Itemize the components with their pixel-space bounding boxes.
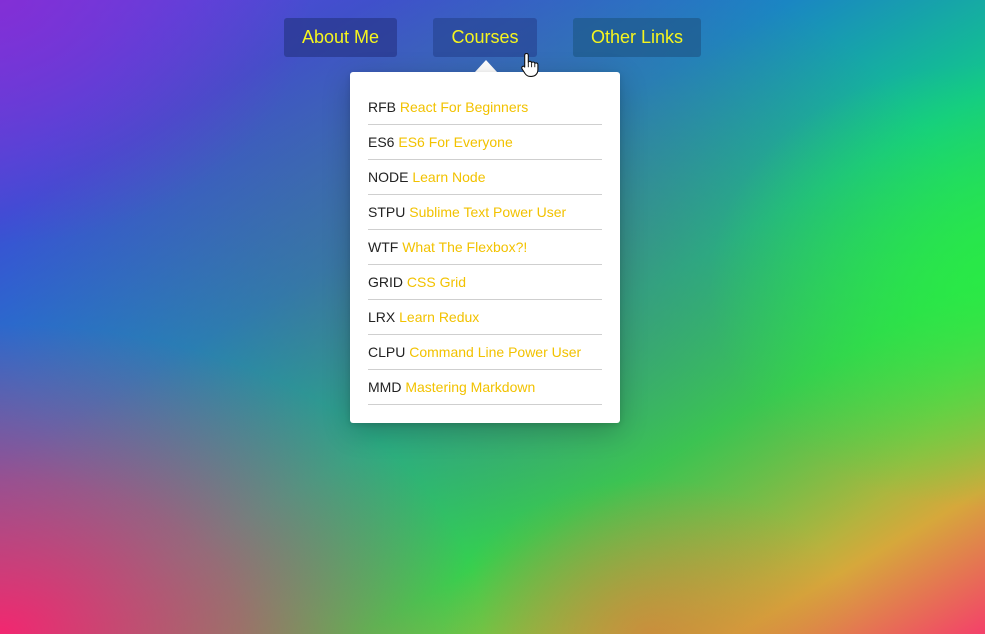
course-code: MMD [368, 379, 402, 395]
course-item-rfb: RFB React For Beginners [368, 90, 602, 125]
course-code: GRID [368, 274, 403, 290]
course-code: RFB [368, 99, 396, 115]
course-link[interactable]: ES6 For Everyone [398, 134, 512, 150]
course-code: LRX [368, 309, 396, 325]
nav-courses-button[interactable]: Courses [433, 18, 537, 57]
course-item-lrx: LRX Learn Redux [368, 300, 602, 335]
course-link[interactable]: Learn Redux [399, 309, 479, 325]
course-code: NODE [368, 169, 409, 185]
course-item-es6: ES6 ES6 For Everyone [368, 125, 602, 160]
top-nav: About Me Courses Other Links [0, 18, 985, 58]
course-code: CLPU [368, 344, 406, 360]
nav-about-me-button[interactable]: About Me [284, 18, 397, 57]
course-link[interactable]: React For Beginners [400, 99, 528, 115]
course-item-grid: GRID CSS Grid [368, 265, 602, 300]
nav-other-links-button[interactable]: Other Links [573, 18, 701, 57]
course-code: WTF [368, 239, 399, 255]
course-link[interactable]: Sublime Text Power User [409, 204, 566, 220]
course-link[interactable]: Mastering Markdown [405, 379, 535, 395]
course-item-stpu: STPU Sublime Text Power User [368, 195, 602, 230]
course-code: STPU [368, 204, 406, 220]
course-code: ES6 [368, 134, 395, 150]
course-item-node: NODE Learn Node [368, 160, 602, 195]
course-link[interactable]: What The Flexbox?! [402, 239, 527, 255]
course-item-clpu: CLPU Command Line Power User [368, 335, 602, 370]
dropdown-arrow [475, 60, 497, 72]
courses-dropdown: RFB React For Beginners ES6 ES6 For Ever… [350, 72, 620, 423]
course-item-wtf: WTF What The Flexbox?! [368, 230, 602, 265]
course-list: RFB React For Beginners ES6 ES6 For Ever… [368, 90, 602, 405]
course-item-mmd: MMD Mastering Markdown [368, 370, 602, 405]
course-link[interactable]: CSS Grid [407, 274, 466, 290]
course-link[interactable]: Command Line Power User [409, 344, 581, 360]
course-link[interactable]: Learn Node [412, 169, 485, 185]
